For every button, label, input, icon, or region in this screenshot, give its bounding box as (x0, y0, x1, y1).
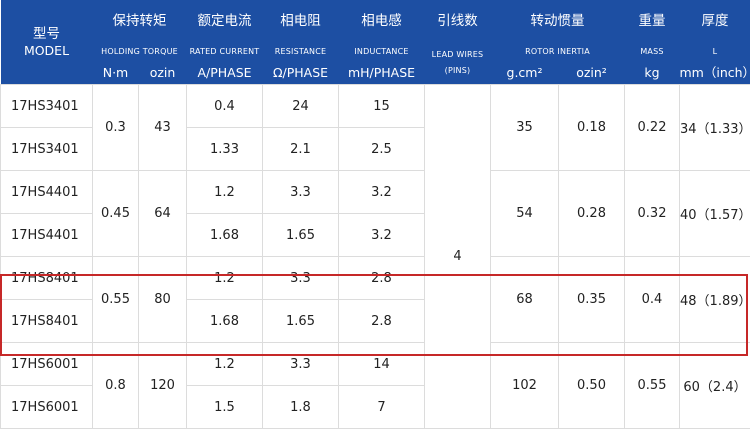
model-header-en: MODEL (23, 43, 70, 58)
inertia-header-zh: 转动惯量 (490, 0, 625, 42)
mass-header-en: MASS (624, 42, 680, 62)
length-unit: mm（inch） (679, 62, 750, 85)
model-cell: 17HS6001 (0, 342, 93, 386)
resistance-cell: 3.3 (262, 342, 339, 386)
inertia-ozin-cell: 0.50 (558, 342, 625, 429)
inertia-gcm-cell: 68 (490, 256, 559, 343)
mass-unit: kg (624, 62, 680, 85)
inductance-header-en: INDUCTANCE (338, 42, 425, 62)
header-row-english: HOLDING TORQUE RATED CURRENT RESISTANCE … (1, 42, 750, 85)
torque-ozin-cell: 120 (138, 342, 187, 429)
table-row: 17HS6001 0.8 120 1.2 3.3 14 102 0.50 0.5… (0, 342, 750, 429)
inertia-unit-ozin: ozin² (558, 62, 625, 85)
torque-ozin-cell: 80 (138, 256, 187, 343)
torque-header-en: HOLDING TORQUE (92, 42, 187, 62)
inductance-cell: 3.2 (338, 170, 425, 214)
current-unit: A/PHASE (186, 62, 263, 85)
header-row-chinese: 型号 MODEL 保持转矩 额定电流 相电阻 相电感 引线数 转动惯量 重量 厚… (0, 0, 750, 85)
length-cell: 48（1.89） (679, 256, 750, 343)
length-header-zh: 厚度 (679, 0, 750, 42)
length-cell: 34（1.33） (679, 84, 750, 171)
current-cell: 1.68 (186, 299, 263, 343)
model-header: 型号 MODEL (0, 0, 93, 85)
stepper-motor-spec-table: 型号 MODEL 保持转矩 额定电流 相电阻 相电感 引线数 转动惯量 重量 厚… (0, 0, 750, 429)
model-cell: 17HS3401 (0, 84, 93, 128)
mass-cell: 0.55 (624, 342, 680, 429)
model-header-zh: 型号 (33, 26, 60, 42)
table-row: 17HS8401 0.55 80 1.2 3.3 2.8 68 0.35 0.4… (0, 256, 750, 343)
length-header-en: L (679, 42, 750, 62)
current-cell: 1.5 (186, 385, 263, 429)
table-row: 17HS3401 0.3 43 0.4 24 15 4 35 0.18 0.22… (0, 84, 750, 429)
table-row: 17HS4401 0.45 64 1.2 3.3 3.2 54 0.28 0.3… (0, 170, 750, 257)
current-cell: 1.2 (186, 342, 263, 386)
current-cell: 1.2 (186, 256, 263, 300)
model-cell: 17HS8401 (0, 256, 93, 300)
torque-nm-cell: 0.45 (92, 170, 139, 257)
model-cell: 17HS3401 (0, 127, 93, 171)
model-cell: 17HS8401 (0, 299, 93, 343)
torque-nm-cell: 0.3 (92, 84, 139, 171)
inertia-gcm-cell: 35 (490, 84, 559, 171)
inductance-header-zh: 相电感 (338, 0, 425, 42)
inertia-unit-gcm: g.cm² (490, 62, 559, 85)
inertia-header-en: ROTOR INERTIA (490, 42, 625, 62)
current-cell: 0.4 (186, 84, 263, 128)
torque-header-zh: 保持转矩 (92, 0, 187, 42)
length-cell: 60（2.4） (679, 342, 750, 429)
inductance-cell: 2.5 (338, 127, 425, 171)
length-cell: 40（1.57） (679, 170, 750, 257)
resistance-cell: 3.3 (262, 170, 339, 214)
torque-unit-ozin: ozin (138, 62, 187, 85)
resistance-header-zh: 相电阻 (262, 0, 339, 42)
header-row-units: N·m ozin A/PHASE Ω/PHASE mH/PHASE g.cm² … (1, 62, 750, 85)
inductance-cell: 14 (338, 342, 425, 386)
inertia-gcm-cell: 54 (490, 170, 559, 257)
resistance-cell: 1.8 (262, 385, 339, 429)
mass-cell: 0.22 (624, 84, 680, 171)
inductance-cell: 7 (338, 385, 425, 429)
model-cell: 17HS4401 (0, 170, 93, 214)
resistance-cell: 2.1 (262, 127, 339, 171)
resistance-cell: 1.65 (262, 299, 339, 343)
mass-cell: 0.4 (624, 256, 680, 343)
resistance-cell: 1.65 (262, 213, 339, 257)
inertia-ozin-cell: 0.28 (558, 170, 625, 257)
current-cell: 1.68 (186, 213, 263, 257)
inertia-ozin-cell: 0.35 (558, 256, 625, 343)
torque-ozin-cell: 64 (138, 170, 187, 257)
inductance-cell: 15 (338, 84, 425, 128)
inductance-cell: 3.2 (338, 213, 425, 257)
mass-cell: 0.32 (624, 170, 680, 257)
inertia-ozin-cell: 0.18 (558, 84, 625, 171)
spec-table-container: 型号 MODEL 保持转矩 额定电流 相电阻 相电感 引线数 转动惯量 重量 厚… (0, 0, 750, 446)
inductance-cell: 2.8 (338, 299, 425, 343)
torque-unit-nm: N·m (92, 62, 139, 85)
inductance-cell: 2.8 (338, 256, 425, 300)
model-cell: 17HS6001 (0, 385, 93, 429)
lead-wires-cell: 4 (424, 84, 491, 429)
resistance-cell: 3.3 (262, 256, 339, 300)
current-header-en: RATED CURRENT (186, 42, 263, 62)
inductance-unit: mH/PHASE (338, 62, 425, 85)
torque-nm-cell: 0.8 (92, 342, 139, 429)
leads-header-zh: 引线数 (424, 0, 491, 42)
resistance-unit: Ω/PHASE (262, 62, 339, 85)
torque-nm-cell: 0.55 (92, 256, 139, 343)
resistance-cell: 24 (262, 84, 339, 128)
resistance-header-en: RESISTANCE (262, 42, 339, 62)
leads-header-en: LEAD WIRES (PINS) (424, 42, 491, 85)
current-header-zh: 额定电流 (186, 0, 263, 42)
torque-ozin-cell: 43 (138, 84, 187, 171)
current-cell: 1.33 (186, 127, 263, 171)
current-cell: 1.2 (186, 170, 263, 214)
model-cell: 17HS4401 (0, 213, 93, 257)
mass-header-zh: 重量 (624, 0, 680, 42)
inertia-gcm-cell: 102 (490, 342, 559, 429)
